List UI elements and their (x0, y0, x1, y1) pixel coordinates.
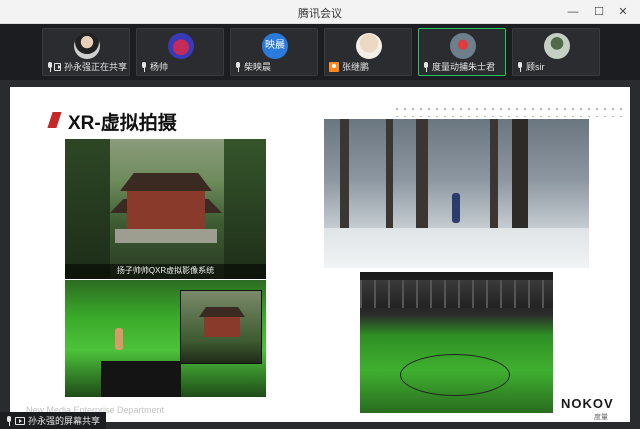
participant-name: 柴映晨 (244, 62, 272, 72)
title-accent-bar (47, 112, 62, 128)
temple-photo: 扬子帅帅QXR虚拟影像系统 (65, 139, 266, 279)
participant-label: 张继鹏 (329, 60, 409, 73)
window-title: 腾讯会议 (298, 8, 342, 20)
participant-name: 度量动捕朱士君 (432, 62, 496, 72)
avatar (74, 33, 100, 59)
participant-label: 度量动捕朱士君 (423, 60, 503, 73)
window-titlebar: 腾讯会议 — ☐ ✕ (0, 0, 640, 24)
avatar (450, 33, 476, 59)
lighting-truss (360, 280, 553, 308)
participant-tile[interactable]: 张继鹏 (324, 28, 412, 76)
photo-caption: 扬子帅帅QXR虚拟影像系统 (116, 266, 215, 275)
participant-tile[interactable]: 顾sir (512, 28, 600, 76)
participant-label: 孙永强正在共享 (47, 60, 127, 73)
close-button[interactable]: ✕ (612, 3, 634, 21)
participant-tile[interactable]: 映晨 柴映晨 (230, 28, 318, 76)
temple-body (204, 317, 240, 337)
mic-icon (6, 415, 12, 426)
nokov-logo: NOKOV (561, 396, 614, 411)
participant-label: 柴映晨 (235, 60, 315, 73)
tree-shape (65, 139, 110, 279)
share-status-text: 孙永强的屏幕共享 (28, 416, 101, 426)
avatar (356, 33, 382, 59)
participant-tile[interactable]: 孙永强正在共享 (42, 28, 130, 76)
person-icon (329, 61, 339, 72)
minimize-button[interactable]: — (562, 3, 584, 21)
participant-label: 顾sir (517, 60, 597, 73)
actor-figure (452, 193, 460, 223)
mic-icon (47, 61, 52, 72)
mic-icon (141, 61, 147, 72)
dot-pattern-decoration (393, 105, 623, 117)
participant-strip: 孙永强正在共享 杨帅 映晨 柴映晨 张继鹏 度量动捕朱士君 顾sir (0, 24, 640, 80)
participant-name: 孙永强正在共享 (63, 62, 127, 72)
participant-name: 张继鹏 (342, 62, 370, 72)
mic-icon (423, 61, 429, 72)
screen-share-status[interactable]: 孙永强的屏幕共享 (0, 412, 107, 429)
tree-trunk (340, 119, 349, 239)
tree-trunk (386, 119, 393, 239)
avatar (544, 33, 570, 59)
tree-trunk (416, 119, 428, 239)
mic-icon (235, 61, 241, 72)
mic-icon (517, 61, 523, 72)
slide-title: XR-虚拟拍摄 (68, 113, 177, 134)
avatar: 映晨 (262, 33, 288, 59)
participant-name: 杨帅 (150, 62, 169, 72)
monitor-inset (180, 290, 262, 364)
temple-roof (120, 173, 212, 191)
tree-trunk (490, 119, 498, 239)
green-screen-photo (65, 280, 266, 397)
share-icon (53, 62, 61, 71)
snow-ground (324, 228, 589, 268)
temple-body (127, 191, 205, 229)
actor-figure (115, 328, 123, 350)
temple-roof (199, 307, 245, 317)
participant-tile-active[interactable]: 度量动捕朱士君 (418, 28, 506, 76)
share-icon (15, 416, 25, 425)
snow-forest-photo (324, 119, 589, 268)
participant-tile[interactable]: 杨帅 (136, 28, 224, 76)
temple-base (115, 229, 217, 243)
participant-label: 杨帅 (141, 60, 221, 73)
shared-screen-area: XR-虚拟拍摄 扬子帅帅QXR虚拟影像系统 New Media Enterpri… (0, 80, 640, 429)
avatar (168, 33, 194, 59)
floor-marking (400, 354, 510, 396)
participant-name: 顾sir (526, 62, 545, 72)
camera-rig (101, 361, 181, 397)
tree-shape (224, 139, 266, 279)
maximize-button[interactable]: ☐ (588, 3, 610, 21)
nokov-logo-subtext: 度量 (594, 414, 608, 421)
studio-photo (360, 272, 553, 413)
presentation-slide: XR-虚拟拍摄 扬子帅帅QXR虚拟影像系统 New Media Enterpri… (10, 87, 630, 422)
